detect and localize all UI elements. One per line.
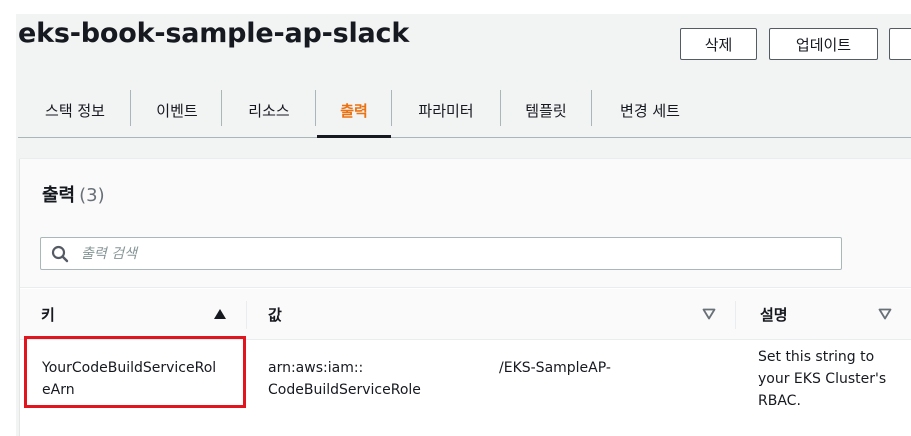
outputs-panel-header: 출력 (3) [20,159,911,288]
output-description-cell: Set this string to your EKS Cluster's RB… [758,346,886,412]
page-title: eks-book-sample-ap-slack [18,18,410,49]
more-actions-button[interactable] [889,28,911,60]
tab-bar: 스택 정보 이벤트 리소스 출력 파라미터 템플릿 변경 세트 [18,84,911,138]
sort-descending-icon[interactable] [878,308,892,320]
sort-descending-icon[interactable] [702,308,716,320]
highlight-annotation [24,336,246,408]
tab-events[interactable]: 이벤트 [132,84,222,136]
outputs-title: 출력 [42,185,76,206]
column-divider [735,301,736,329]
output-value-cell: arn:aws:iam:: CodeBuildServiceRole [268,357,421,401]
search-icon [51,245,69,263]
table-header: 키 값 설명 [20,289,911,340]
output-description-line: Set this string to [758,349,875,365]
output-value-line: arn:aws:iam:: [268,360,364,376]
column-header-description[interactable]: 설명 [760,289,788,340]
tab-outputs[interactable]: 출력 [317,84,391,138]
column-header-value[interactable]: 값 [268,289,282,340]
search-box [40,237,842,270]
tab-change-sets[interactable]: 변경 세트 [592,84,708,136]
output-value-suffix: /EKS-SampleAP- [499,360,611,376]
outputs-heading: 출력 (3) [42,181,105,207]
output-description-line: your EKS Cluster's [758,371,887,387]
tab-template[interactable]: 템플릿 [501,84,591,136]
update-button[interactable]: 업데이트 [769,28,878,60]
output-value-line: CodeBuildServiceRole [268,382,421,398]
tab-parameters[interactable]: 파라미터 [392,84,500,136]
tab-divider [130,90,131,126]
output-description-line: RBAC. [758,393,801,409]
search-input[interactable] [81,242,831,266]
tab-divider [315,90,316,126]
tab-stack-info[interactable]: 스택 정보 [18,84,132,136]
sort-ascending-icon[interactable] [213,308,227,320]
column-header-key[interactable]: 키 [41,289,55,340]
tab-resources[interactable]: 리소스 [222,84,316,136]
outputs-count: (3) [79,185,105,206]
column-divider [246,301,247,329]
delete-button[interactable]: 삭제 [680,28,757,60]
